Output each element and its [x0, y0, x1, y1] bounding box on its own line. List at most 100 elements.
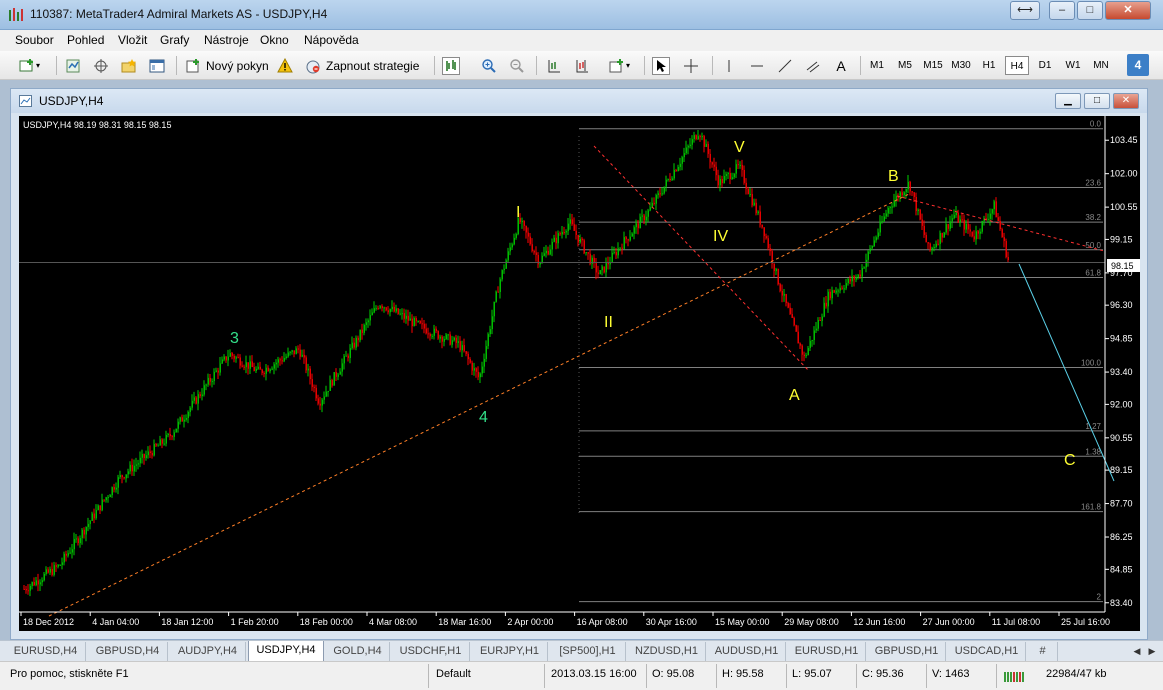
- chart-minimize-button[interactable]: ▁: [1055, 93, 1081, 109]
- maximize-button[interactable]: □: [1077, 1, 1103, 20]
- candle-body: [247, 362, 249, 369]
- new-order-label: Nový pokyn: [206, 58, 269, 73]
- timeframe-w1[interactable]: W1: [1061, 56, 1085, 75]
- favorites-button[interactable]: [120, 55, 138, 76]
- price-chart[interactable]: 0.0 23.6 38.2 50.0 61.8 100.0 1.27 1.38 161.8 2 1…: [19, 116, 1140, 631]
- candle-body: [191, 400, 193, 408]
- timeframe-m5[interactable]: M5: [893, 56, 917, 75]
- new-order-button[interactable]: Nový pokyn: [184, 55, 269, 76]
- candle-body: [459, 341, 461, 351]
- time-tick-label: 27 Jun 00:00: [923, 617, 975, 627]
- indicators-button[interactable]: ▾: [608, 55, 630, 76]
- wave-label-a: A: [789, 387, 800, 404]
- cursor-tool-button[interactable]: [652, 55, 670, 76]
- chart-maximize-button[interactable]: □: [1084, 93, 1110, 109]
- candle-body: [619, 247, 621, 249]
- candle-body: [317, 398, 319, 404]
- timeframe-m15[interactable]: M15: [921, 56, 945, 75]
- tab-more[interactable]: #: [1028, 642, 1058, 661]
- zoom-out-button[interactable]: [508, 55, 526, 76]
- menu-nastroje[interactable]: Nástroje: [204, 33, 249, 47]
- tab-gbpusd-h1[interactable]: GBPUSD,H1: [868, 642, 946, 661]
- market-watch-button[interactable]: [64, 55, 82, 76]
- time-tick-label: 29 May 08:00: [784, 617, 839, 627]
- tab-eurusd-h1[interactable]: EURUSD,H1: [788, 642, 866, 661]
- expert-advisors-button[interactable]: Zapnout strategie: [304, 55, 419, 76]
- restore-size-button[interactable]: ⟷: [1010, 1, 1040, 20]
- candle-body: [91, 513, 93, 521]
- text-tool-button[interactable]: A: [832, 55, 850, 76]
- horizontal-line-button[interactable]: [748, 55, 766, 76]
- tab-eurjpy-h1[interactable]: EURJPY,H1: [472, 642, 548, 661]
- chart-close-button[interactable]: ✕: [1113, 93, 1139, 109]
- tab-usdjpy-h4[interactable]: USDJPY,H4: [248, 641, 324, 662]
- tab-scroll-right-icon[interactable]: ▶: [1145, 642, 1159, 660]
- alert-button[interactable]: [276, 55, 294, 76]
- vertical-line-button[interactable]: [720, 55, 738, 76]
- menu-pohled[interactable]: Pohled: [67, 33, 104, 47]
- menu-grafy[interactable]: Grafy: [160, 33, 189, 47]
- notification-badge[interactable]: 4: [1127, 54, 1149, 76]
- chart-shift-button[interactable]: [545, 55, 563, 76]
- tab-nzdusd-h1[interactable]: NZDUSD,H1: [628, 642, 706, 661]
- time-tick-label: 18 Feb 00:00: [300, 617, 353, 627]
- menu-vlozit[interactable]: Vložit: [118, 33, 147, 47]
- tab-scroll-left-icon[interactable]: ◀: [1130, 642, 1144, 660]
- price-tick-label: 92.00: [1110, 399, 1133, 409]
- candle-body: [37, 580, 39, 585]
- current-price-label: 98.15: [1111, 261, 1134, 271]
- new-chart-button[interactable]: ▾: [18, 55, 40, 76]
- tab-gbpusd-h4[interactable]: GBPUSD,H4: [88, 642, 168, 661]
- candle-body: [1005, 241, 1007, 258]
- tab-sp500-h1[interactable]: [SP500],H1: [550, 642, 626, 661]
- candle-body: [565, 231, 567, 233]
- candle-body: [933, 247, 935, 249]
- candle-body: [661, 193, 663, 195]
- tab-usdcad-h1[interactable]: USDCAD,H1: [948, 642, 1026, 661]
- tab-usdchf-h1[interactable]: USDCHF,H1: [392, 642, 470, 661]
- tab-audjpy-h4[interactable]: AUDJPY,H4: [170, 642, 246, 661]
- candle-body: [1007, 257, 1009, 261]
- timeframe-h1[interactable]: H1: [977, 56, 1001, 75]
- candle-body: [467, 353, 469, 360]
- zoom-in-button[interactable]: [480, 55, 498, 76]
- channel-button[interactable]: [804, 55, 822, 76]
- autoscroll-button[interactable]: [573, 55, 591, 76]
- candle-body: [355, 337, 357, 348]
- timeframe-mn[interactable]: MN: [1089, 56, 1113, 75]
- bar-chart-button[interactable]: [442, 55, 460, 76]
- candle-body: [787, 303, 789, 308]
- menu-napoveda[interactable]: Nápověda: [304, 33, 359, 47]
- close-button[interactable]: ✕: [1105, 1, 1151, 20]
- candle-body: [391, 306, 393, 310]
- timeframe-m30[interactable]: M30: [949, 56, 973, 75]
- candle-body: [773, 263, 775, 272]
- candle-body: [639, 216, 641, 229]
- cursor-arrow-icon: [652, 56, 670, 75]
- connection-bars-icon: [1004, 672, 1024, 682]
- menu-okno[interactable]: Okno: [260, 33, 289, 47]
- menu-soubor[interactable]: Soubor: [15, 33, 54, 47]
- tab-audusd-h1[interactable]: AUDUSD,H1: [708, 642, 786, 661]
- crosshair-tool-button[interactable]: [682, 55, 700, 76]
- price-chart-canvas[interactable]: 0.0 23.6 38.2 50.0 61.8 100.0 1.27 1.38 161.8 2 1…: [19, 116, 1140, 631]
- trendline-button[interactable]: [776, 55, 794, 76]
- candle-body: [973, 236, 975, 240]
- candle-body: [713, 164, 715, 167]
- candle-body: [345, 355, 347, 357]
- candle-body: [923, 225, 925, 235]
- timeframe-d1[interactable]: D1: [1033, 56, 1057, 75]
- terminal-button[interactable]: [148, 55, 166, 76]
- status-high: H: 95.58: [722, 668, 764, 680]
- candle-body: [221, 359, 223, 364]
- candle-body: [593, 257, 595, 263]
- wave-label-v: V: [734, 139, 745, 156]
- status-separator: [544, 664, 545, 688]
- status-separator: [996, 664, 997, 688]
- navigator-button[interactable]: [92, 55, 110, 76]
- timeframe-h4[interactable]: H4: [1005, 56, 1029, 75]
- timeframe-m1[interactable]: M1: [865, 56, 889, 75]
- tab-gold-h4[interactable]: GOLD,H4: [326, 642, 390, 661]
- minimize-button[interactable]: –: [1049, 1, 1075, 20]
- tab-eurusd-h4[interactable]: EURUSD,H4: [6, 642, 86, 661]
